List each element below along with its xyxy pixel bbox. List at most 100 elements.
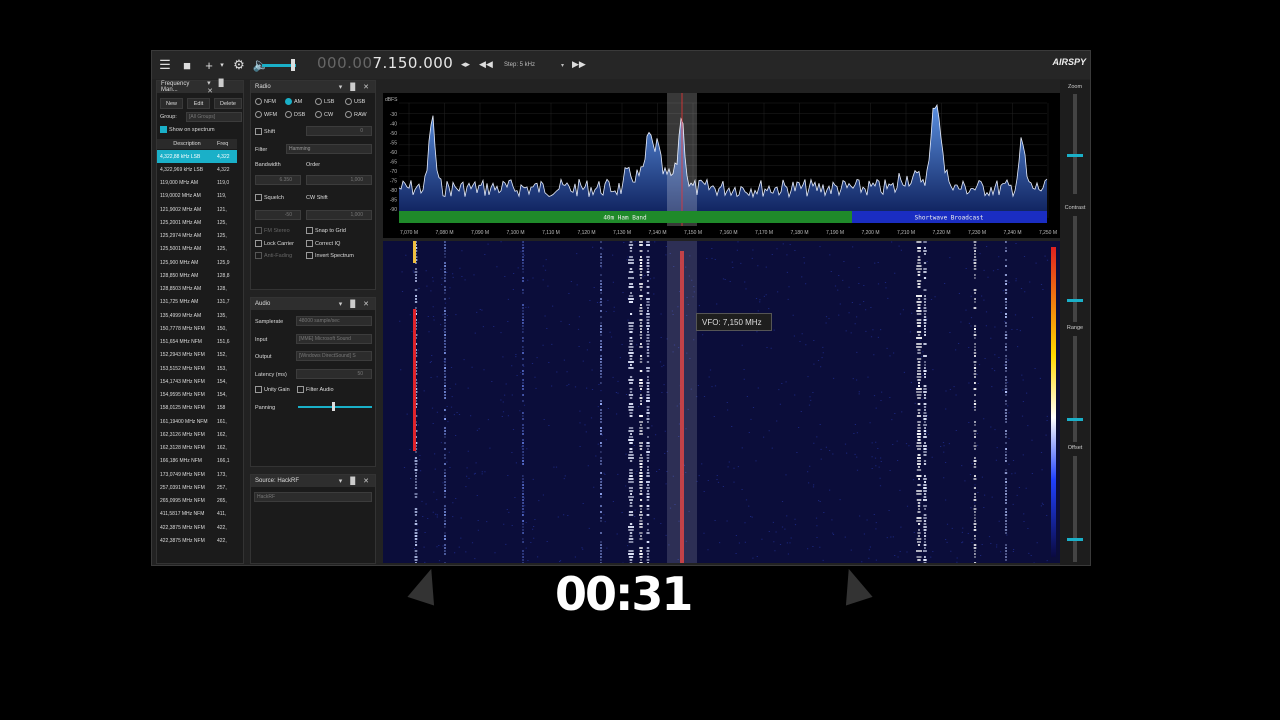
bandwidth-input[interactable]: 6.350 <box>255 175 301 185</box>
panning-knob[interactable] <box>332 402 335 411</box>
gear-icon[interactable]: ⚙ <box>230 56 248 74</box>
list-item[interactable]: 257,0391 MHz NFM 257, <box>157 481 237 494</box>
mode-wfm-radio[interactable] <box>255 111 262 118</box>
samplerate-select[interactable]: 48000 sample/sec <box>296 316 372 326</box>
panel-title: Radio <box>255 84 271 90</box>
list-item[interactable]: 150,7778 MHz NFM 150, <box>157 322 237 335</box>
offset-slider[interactable] <box>1073 456 1077 562</box>
filter-audio-checkbox[interactable] <box>297 386 304 393</box>
spectrum-display[interactable]: -30 -40 -50 -55 -60 -65 -70 -75 -80 -85 -90 dBFS 7,0… <box>383 93 1060 238</box>
panel-controls[interactable]: ▾ █ ✕ <box>339 83 375 91</box>
order-input[interactable]: 1,000 <box>306 175 372 185</box>
edit-button[interactable]: Edit <box>187 98 210 109</box>
list-item[interactable]: 4,322,969 kHz LSB 4,322 <box>157 163 237 176</box>
output-select[interactable]: [Windows DirectSound] S <box>296 351 372 361</box>
col-description[interactable]: Description <box>157 141 217 147</box>
list-item[interactable]: 422,3875 MHz NFM 422, <box>157 534 237 547</box>
list-item[interactable]: 161,19400 MHz NFM 161, <box>157 415 237 428</box>
waterfall-display[interactable] <box>383 241 1060 564</box>
list-item[interactable]: 125,900 MHz AM 125,9 <box>157 256 237 269</box>
rewind-icon[interactable]: ◀◀ <box>479 59 493 70</box>
mode-lsb-radio[interactable] <box>315 98 322 105</box>
list-item[interactable]: 152,2943 MHz NFM 152, <box>157 349 237 362</box>
range-slider[interactable] <box>1073 336 1077 442</box>
menu-icon[interactable]: ☰ <box>156 56 174 74</box>
offset-thumb[interactable] <box>1067 538 1083 541</box>
panel-controls[interactable]: ▾ █ ✕ <box>339 477 375 485</box>
y-tick-label: -70 <box>390 169 397 175</box>
list-item[interactable]: 128,8503 MHz AM 128, <box>157 283 237 296</box>
squelch-checkbox[interactable] <box>255 194 262 201</box>
mode-raw-radio[interactable] <box>345 111 352 118</box>
list-item[interactable]: 154,1743 MHz NFM 154, <box>157 375 237 388</box>
list-item[interactable]: 173,0749 MHz NFM 173, <box>157 468 237 481</box>
forward-icon[interactable]: ▶▶ <box>572 59 586 70</box>
panel-controls[interactable]: ▾ █ ✕ <box>207 79 243 95</box>
list-item[interactable]: 125,2974 MHz AM 125, <box>157 230 237 243</box>
panning-slider[interactable] <box>298 406 372 408</box>
cw-shift-input[interactable]: 1,000 <box>306 210 372 220</box>
source-select[interactable]: HackRF <box>254 492 372 502</box>
stop-icon[interactable]: ■ <box>178 56 196 74</box>
y-axis-label: dBFS <box>385 97 398 103</box>
list-item[interactable]: 121,9002 MHz AM 121, <box>157 203 237 216</box>
mode-dsb-radio[interactable] <box>285 111 292 118</box>
swap-icon[interactable]: ◂▸ <box>461 59 470 70</box>
fm-stereo-checkbox[interactable] <box>255 227 262 234</box>
x-tick-label: 7,110 M <box>542 230 560 236</box>
list-item[interactable]: 135,4999 MHz AM 135, <box>157 309 237 322</box>
chevron-down-icon[interactable]: ▾ <box>218 56 226 74</box>
mode-am-radio[interactable] <box>285 98 292 105</box>
latency-input[interactable]: 50 <box>296 369 372 379</box>
contrast-slider[interactable] <box>1073 216 1077 322</box>
x-tick-label: 7,100 M <box>506 230 524 236</box>
volume-knob[interactable] <box>291 59 295 71</box>
delete-button[interactable]: Delete <box>214 98 242 109</box>
show-on-spectrum-checkbox[interactable] <box>160 126 167 133</box>
list-item-description: 128,850 MHz AM <box>160 272 199 279</box>
step-select[interactable]: Step: 5 kHz ▾ <box>502 58 566 72</box>
squelch-input[interactable]: -50 <box>255 210 301 220</box>
list-item[interactable]: 125,5001 MHz AM 125, <box>157 243 237 256</box>
correct-iq-checkbox[interactable] <box>306 240 313 247</box>
lock-carrier-checkbox[interactable] <box>255 240 262 247</box>
frequency-display[interactable]: 000.007.150.000 <box>317 54 453 72</box>
list-item[interactable]: 128,850 MHz AM 128,8 <box>157 269 237 282</box>
shift-checkbox[interactable] <box>255 128 262 135</box>
list-item[interactable]: 162,3128 MHz NFM 162, <box>157 442 237 455</box>
list-item[interactable]: 125,2001 MHz AM 125, <box>157 216 237 229</box>
panel-controls[interactable]: ▾ █ ✕ <box>339 300 375 308</box>
list-item[interactable]: 166,186 MHz NFM 166,1 <box>157 455 237 468</box>
add-icon[interactable]: + <box>200 56 218 74</box>
group-select[interactable]: [All Groups] <box>186 112 242 122</box>
new-button[interactable]: New <box>160 98 183 109</box>
unity-gain-checkbox[interactable] <box>255 386 262 393</box>
list-item[interactable]: 153,5152 MHz NFM 153, <box>157 362 237 375</box>
snap-to-grid-checkbox[interactable] <box>306 227 313 234</box>
contrast-thumb[interactable] <box>1067 299 1083 302</box>
range-thumb[interactable] <box>1067 418 1083 421</box>
mode-nfm-radio[interactable] <box>255 98 262 105</box>
list-item[interactable]: 411,5817 MHz NFM 411, <box>157 508 237 521</box>
list-item[interactable]: 162,3126 MHz NFM 162, <box>157 428 237 441</box>
x-tick-label: 7,190 M <box>826 230 844 236</box>
shift-input[interactable]: 0 <box>306 126 372 136</box>
zoom-slider[interactable] <box>1073 94 1077 194</box>
invert-spectrum-checkbox[interactable] <box>306 252 313 259</box>
list-item[interactable]: 158,0125 MHz NFM 158 <box>157 402 237 415</box>
list-item[interactable]: 154,9595 MHz NFM 154, <box>157 389 237 402</box>
mode-usb-radio[interactable] <box>345 98 352 105</box>
list-item[interactable]: 4,322,88 kHz LSB 4,322 <box>157 150 237 163</box>
filter-select[interactable]: Hamming <box>286 144 372 154</box>
zoom-thumb[interactable] <box>1067 154 1083 157</box>
list-item[interactable]: 131,725 MHz AM 131,7 <box>157 296 237 309</box>
list-item[interactable]: 422,3875 MHz NFM 422, <box>157 521 237 534</box>
list-item[interactable]: 119,000 MHz AM 119,0 <box>157 177 237 190</box>
list-item[interactable]: 151,654 MHz NFM 151,6 <box>157 336 237 349</box>
anti-fading-checkbox[interactable] <box>255 252 262 259</box>
list-item[interactable]: 119,0002 MHz AM 119, <box>157 190 237 203</box>
input-select[interactable]: [MME] Microsoft Sound <box>296 334 372 344</box>
list-item[interactable]: 265,0995 MHz NFM 265, <box>157 495 237 508</box>
mode-cw-radio[interactable] <box>315 111 322 118</box>
col-freq[interactable]: Freq <box>217 141 237 147</box>
